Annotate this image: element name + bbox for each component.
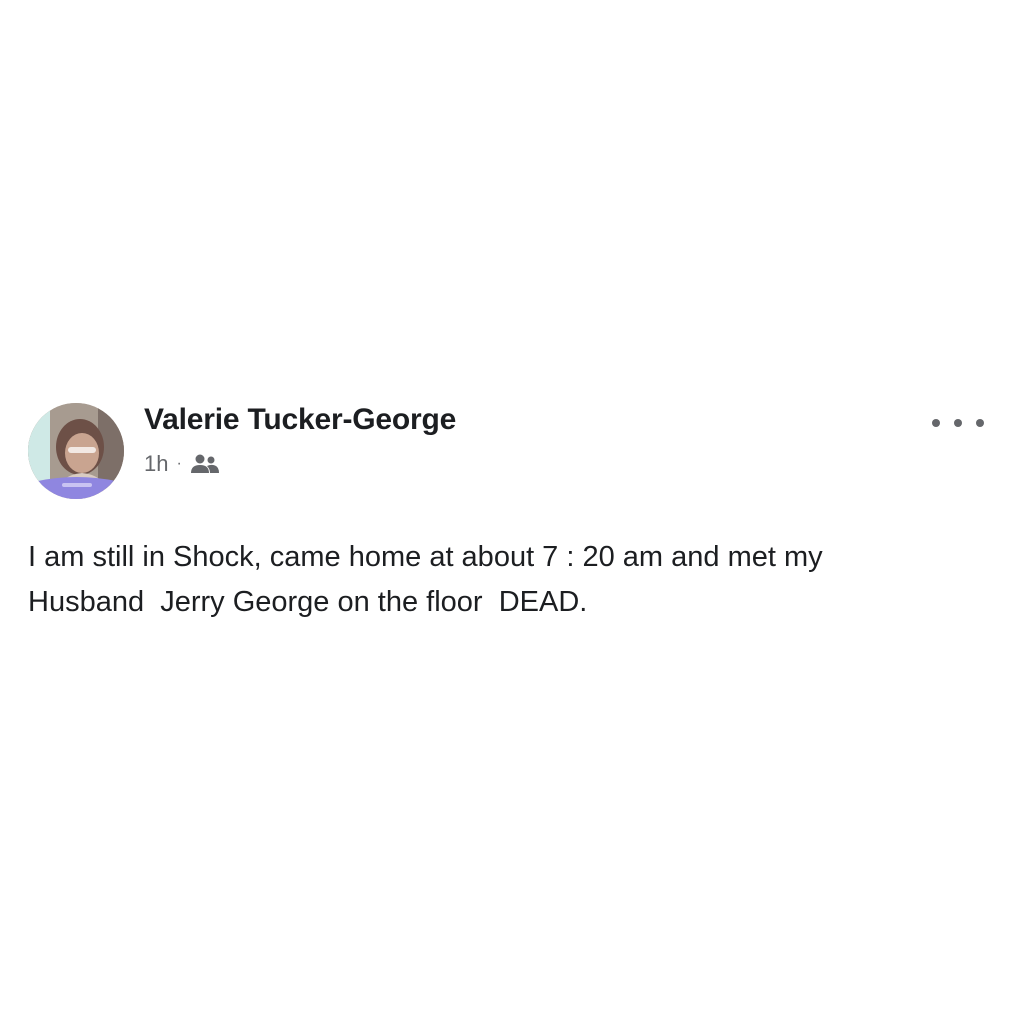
avatar-photo <box>28 403 124 499</box>
more-dot <box>954 419 962 427</box>
feed-post: Valerie Tucker-George 1h · I am still in… <box>0 395 1024 635</box>
friends-icon[interactable] <box>190 453 220 475</box>
post-body: I am still in Shock, came home at about … <box>28 541 823 618</box>
page: Valerie Tucker-George 1h · I am still in… <box>0 0 1024 1024</box>
post-time[interactable]: 1h <box>144 451 168 477</box>
more-dot <box>932 419 940 427</box>
more-dot <box>976 419 984 427</box>
more-options-icon[interactable] <box>932 413 984 433</box>
author-name[interactable]: Valerie Tucker-George <box>144 403 456 437</box>
post-meta: 1h · <box>144 451 220 477</box>
meta-separator: · <box>176 455 182 472</box>
author-avatar[interactable] <box>28 403 124 499</box>
